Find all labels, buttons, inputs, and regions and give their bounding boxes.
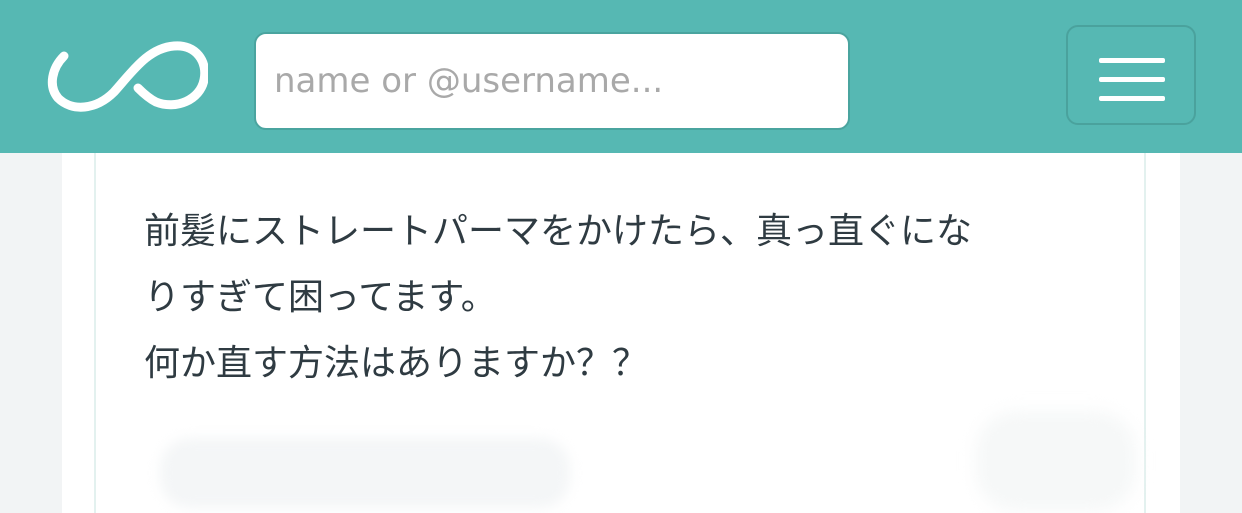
post-text: 前髪にストレートパーマをかけたら、真っ直ぐにな りすぎて困ってます。 何か直す方… — [144, 199, 1134, 397]
post-text-line: 前髪にストレートパーマをかけたら、真っ直ぐにな — [144, 211, 973, 252]
infinity-logo-icon[interactable] — [44, 38, 208, 112]
post-text-line: 何か直す方法はありますか？？ — [144, 343, 649, 384]
search-input[interactable] — [254, 32, 850, 130]
blurred-footer-left — [160, 438, 570, 508]
post-body: 前髪にストレートパーマをかけたら、真っ直ぐにな りすぎて困ってます。 何か直す方… — [94, 153, 1146, 513]
blurred-footer-right — [976, 411, 1136, 511]
menu-button[interactable] — [1066, 25, 1196, 125]
post-text-line: りすぎて困ってます。 — [144, 277, 497, 318]
post-card: 前髪にストレートパーマをかけたら、真っ直ぐにな りすぎて困ってます。 何か直す方… — [62, 153, 1180, 513]
top-header — [0, 0, 1242, 153]
